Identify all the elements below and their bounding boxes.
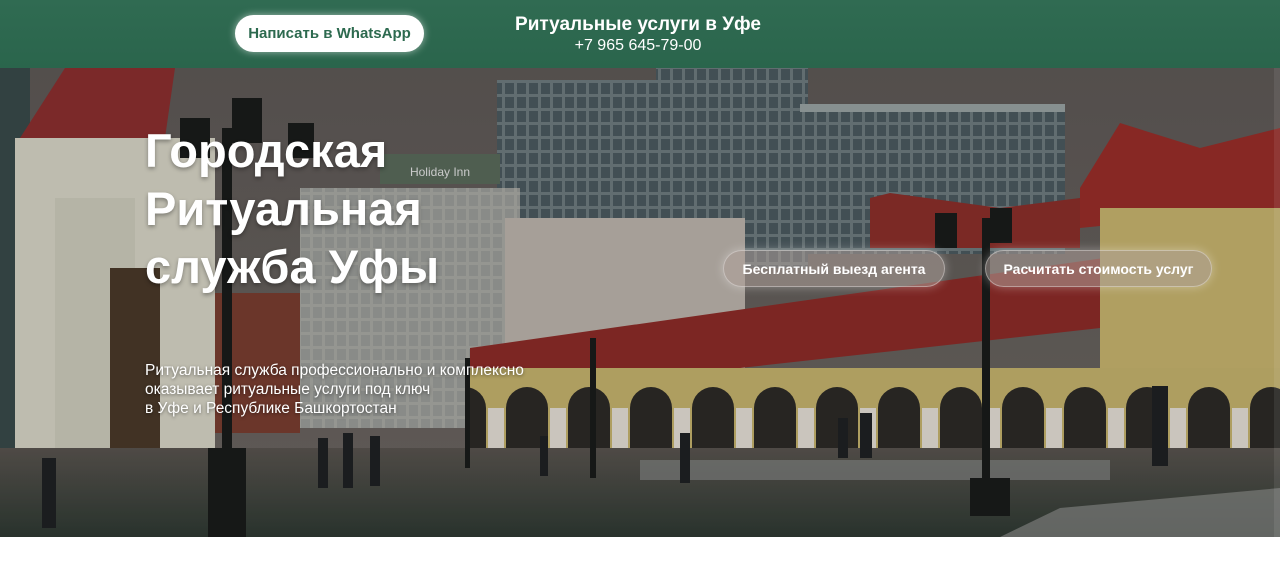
hero-description: Ритуальная служба профессионально и комп… [145,362,524,417]
whatsapp-button[interactable]: Написать в WhatsApp [235,15,424,52]
scrollbar[interactable] [1274,68,1280,537]
hero-section: Holiday Inn Городская Ритуальная служба … [0,68,1280,537]
phone-number[interactable]: +7 965 645-79-00 [488,37,788,55]
calculate-cost-button[interactable]: Расчитать стоимость услуг [985,250,1212,287]
top-header: Написать в WhatsApp Ритуальные услуги в … [0,0,1280,68]
brand-block: Ритуальные услуги в Уфе +7 965 645-79-00 [488,13,788,55]
site-title: Ритуальные услуги в Уфе [515,14,761,35]
hero-heading: Городская Ритуальная служба Уфы [145,124,440,293]
free-agent-visit-button[interactable]: Бесплатный выезд агента [723,250,945,287]
